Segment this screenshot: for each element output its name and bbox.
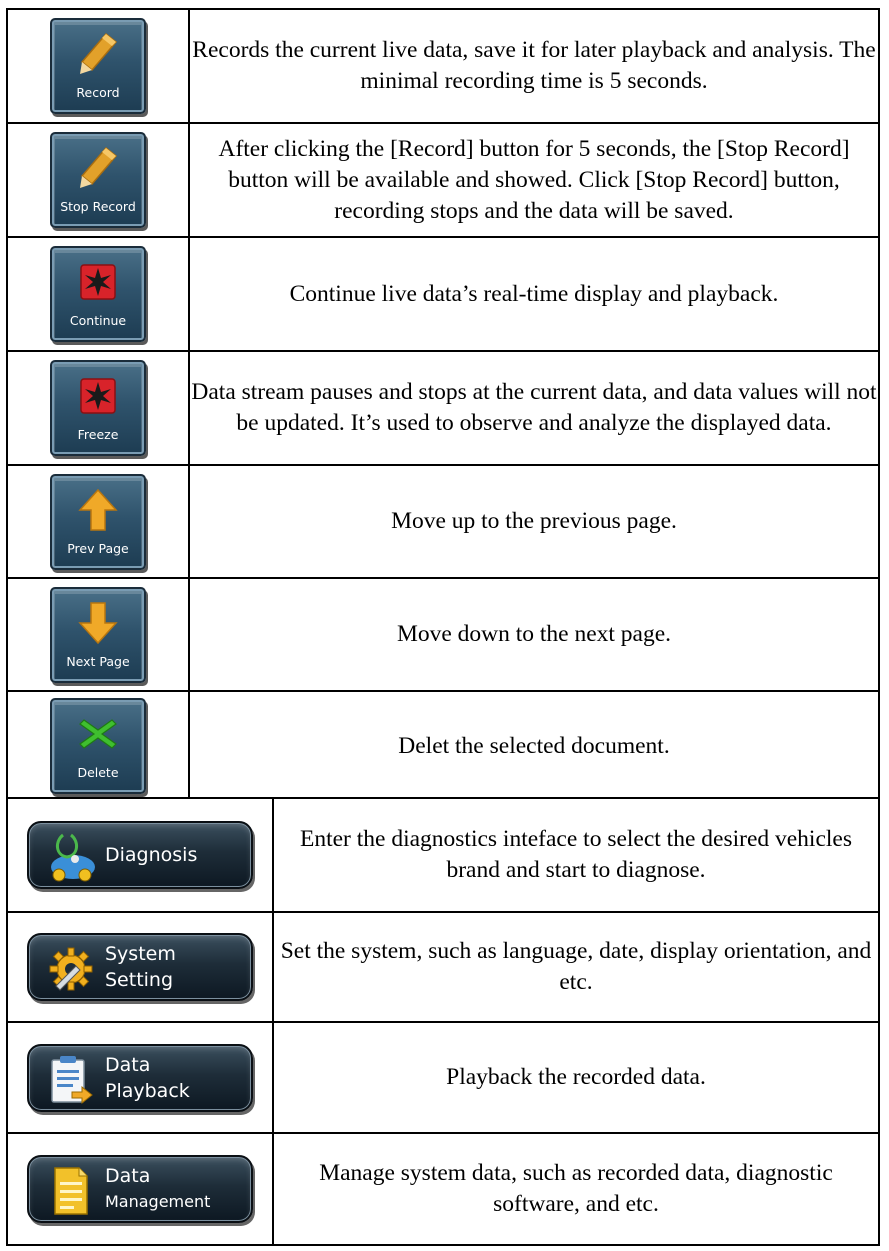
- table-row: System Setting Set the system, such as l…: [6, 911, 880, 1023]
- table-row: Delete Delet the selected document.: [6, 690, 880, 802]
- button-label-line1: Data: [105, 1165, 151, 1187]
- icon-cell: Next Page: [6, 577, 190, 692]
- button-reference-table-wide: Diagnosis Enter the diagnostics inteface…: [6, 797, 880, 1246]
- button-label: Diagnosis: [105, 844, 198, 866]
- description: Continue live data’s real-time display a…: [188, 236, 880, 352]
- green-x-icon: [52, 712, 144, 756]
- table-row: Data Management Manage system data, such…: [6, 1132, 880, 1246]
- button-label-line2: Setting: [105, 969, 174, 991]
- button-label: Prev Page: [67, 540, 129, 556]
- prev-page-button[interactable]: Prev Page: [50, 473, 146, 570]
- button-label-line1: Data: [105, 1053, 151, 1076]
- icon-cell: Diagnosis: [6, 797, 274, 913]
- button-label-group: Diagnosis: [105, 823, 245, 887]
- icon-cell: Delete: [6, 690, 190, 802]
- button-label-group: Data Management: [105, 1157, 245, 1221]
- table-row: Stop Record After clicking the [Record] …: [6, 122, 880, 238]
- description: Move up to the previous page.: [188, 464, 880, 579]
- description: Manage system data, such as recorded dat…: [272, 1132, 880, 1246]
- description: Delet the selected document.: [188, 690, 880, 802]
- freeze-button[interactable]: Freeze: [50, 360, 146, 456]
- description: Records the current live data, save it f…: [188, 8, 880, 124]
- button-label: Stop Record: [60, 199, 136, 214]
- table-row: Next Page Move down to the next page.: [6, 577, 880, 692]
- description: Playback the recorded data.: [272, 1021, 880, 1134]
- icon-cell: Data Playback: [6, 1021, 274, 1134]
- pencil-icon: [52, 32, 144, 76]
- notepad-icon: [45, 1165, 97, 1217]
- diagnosis-button[interactable]: Diagnosis: [27, 821, 253, 889]
- clipboard-arrow-icon: [45, 1054, 97, 1106]
- button-label: Freeze: [77, 427, 119, 442]
- table-row: Diagnosis Enter the diagnostics inteface…: [6, 797, 880, 913]
- button-label: Record: [76, 85, 120, 100]
- data-playback-button[interactable]: Data Playback: [27, 1043, 253, 1112]
- table-row: Continue Continue live data’s real-time …: [6, 236, 880, 352]
- button-label-line2: Management: [105, 1192, 211, 1211]
- pencil-icon: [52, 146, 144, 190]
- button-label-line1: System: [105, 943, 176, 965]
- continue-button[interactable]: Continue: [50, 246, 146, 342]
- description: After clicking the [Record] button for 5…: [188, 122, 880, 238]
- red-star-icon: [52, 374, 144, 418]
- table-row: Data Playback Playback the recorded data…: [6, 1021, 880, 1134]
- description: Set the system, such as language, date, …: [272, 911, 880, 1023]
- button-label-line2: Playback: [105, 1079, 190, 1102]
- table-row: Prev Page Move up to the previous page.: [6, 464, 880, 579]
- icon-cell: Record: [6, 8, 190, 124]
- record-button[interactable]: Record: [50, 18, 146, 114]
- system-setting-button[interactable]: System Setting: [27, 933, 253, 1001]
- gear-wrench-icon: [45, 943, 97, 995]
- description: Data stream pauses and stops at the curr…: [188, 350, 880, 466]
- button-label: Delete: [77, 765, 119, 780]
- stop-record-button[interactable]: Stop Record: [50, 132, 146, 228]
- delete-button[interactable]: Delete: [50, 698, 146, 794]
- button-label: Continue: [69, 313, 127, 328]
- table-row: Record Records the current live data, sa…: [6, 8, 880, 124]
- button-reference-table-small: Record Records the current live data, sa…: [6, 8, 880, 802]
- icon-cell: Stop Record: [6, 122, 190, 238]
- description: Enter the diagnostics inteface to select…: [272, 797, 880, 913]
- description: Move down to the next page.: [188, 577, 880, 692]
- table-row: Freeze Data stream pauses and stops at t…: [6, 350, 880, 466]
- icon-cell: Prev Page: [6, 464, 190, 579]
- data-management-button[interactable]: Data Management: [27, 1155, 253, 1223]
- red-star-icon: [52, 260, 144, 304]
- next-page-button[interactable]: Next Page: [50, 586, 146, 683]
- icon-cell: Continue: [6, 236, 190, 352]
- icon-cell: Freeze: [6, 350, 190, 466]
- icon-cell: System Setting: [6, 911, 274, 1023]
- arrow-down-icon: [52, 601, 144, 645]
- icon-cell: Data Management: [6, 1132, 274, 1246]
- button-label-group: System Setting: [105, 935, 245, 999]
- arrow-up-icon: [52, 488, 144, 532]
- stethoscope-car-icon: [45, 831, 97, 883]
- button-label: Next Page: [66, 653, 130, 669]
- button-label-group: Data Playback: [105, 1046, 245, 1110]
